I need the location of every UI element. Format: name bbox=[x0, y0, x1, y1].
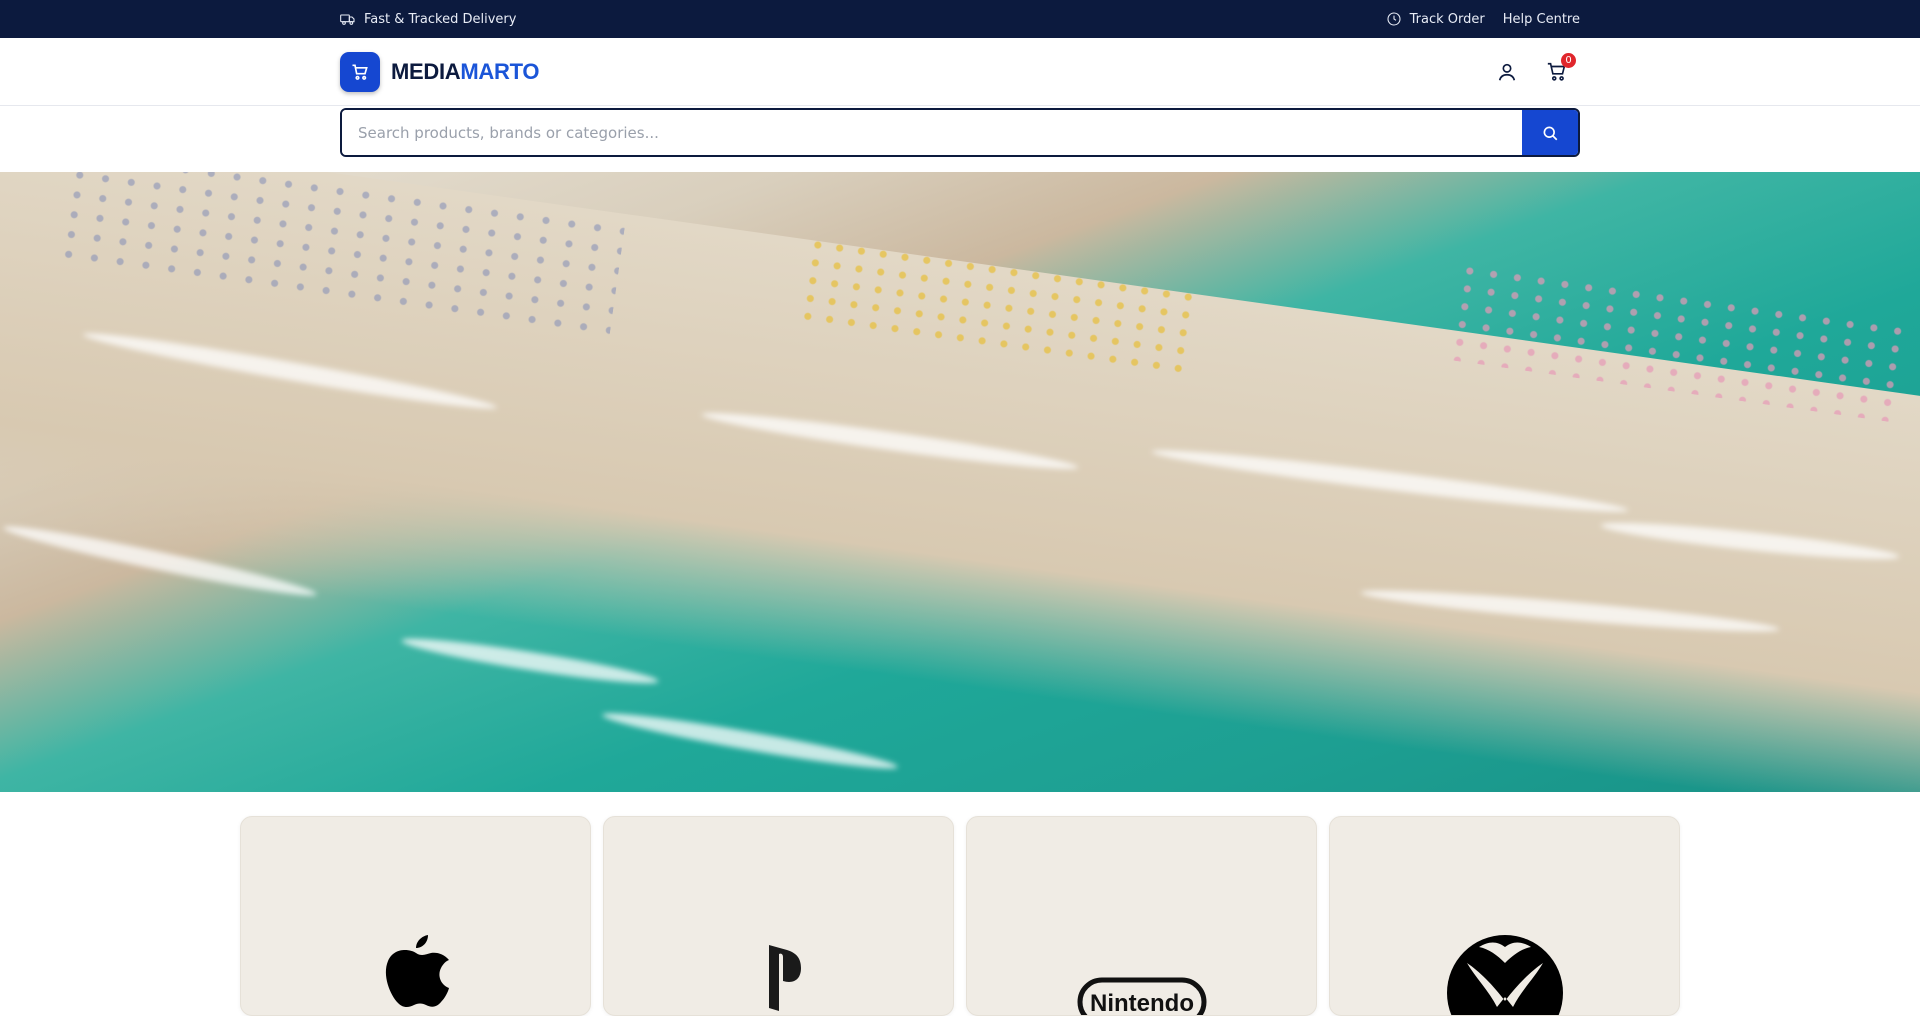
logo-text-marto: MARTO bbox=[460, 59, 540, 84]
apple-icon bbox=[368, 929, 464, 1013]
site-logo[interactable]: MEDIAMARTO bbox=[340, 52, 539, 92]
clock-icon bbox=[1387, 12, 1401, 26]
brand-cards: Nintendo bbox=[240, 816, 1680, 1016]
logo-mark bbox=[340, 52, 380, 92]
top-announcement-bar: Fast & Tracked Delivery Track Order Help… bbox=[0, 0, 1920, 38]
help-centre-link[interactable]: Help Centre bbox=[1503, 12, 1580, 27]
nintendo-icon: Nintendo bbox=[1077, 977, 1207, 1016]
help-centre-label: Help Centre bbox=[1502, 11, 1580, 27]
cart-logo-icon bbox=[352, 64, 368, 80]
hero-banner-image bbox=[0, 172, 1920, 792]
hero-wave bbox=[400, 631, 660, 691]
search-bar bbox=[340, 108, 1580, 157]
nintendo-logo-text: Nintendo bbox=[1090, 990, 1194, 1016]
brand-card-nintendo[interactable]: Nintendo bbox=[966, 816, 1317, 1016]
delivery-text: Fast & Tracked Delivery bbox=[364, 11, 517, 27]
logo-text-media: MEDIA bbox=[391, 59, 461, 84]
account-button[interactable] bbox=[1494, 59, 1520, 85]
truck-icon bbox=[340, 14, 355, 25]
track-order-label: Track Order bbox=[1409, 11, 1485, 27]
search-button[interactable] bbox=[1522, 110, 1578, 155]
playstation-icon bbox=[747, 941, 811, 1015]
search-row bbox=[0, 107, 1920, 172]
search-input[interactable] bbox=[342, 110, 1522, 155]
logo-text: MEDIAMARTO bbox=[391, 59, 539, 85]
track-order-link[interactable]: Track Order bbox=[1386, 11, 1485, 27]
cart-count-badge: 0 bbox=[1561, 53, 1576, 68]
brand-card-apple[interactable] bbox=[240, 816, 591, 1016]
search-icon bbox=[1543, 126, 1558, 140]
cart-button[interactable]: 0 bbox=[1544, 53, 1576, 85]
site-header: MEDIAMARTO 0 bbox=[0, 38, 1920, 106]
brand-card-playstation[interactable] bbox=[603, 816, 954, 1016]
brand-card-xbox[interactable] bbox=[1329, 816, 1680, 1016]
user-icon bbox=[1498, 63, 1516, 81]
hero-wave bbox=[600, 706, 900, 776]
xbox-icon bbox=[1445, 933, 1565, 1015]
delivery-info: Fast & Tracked Delivery bbox=[340, 11, 516, 27]
